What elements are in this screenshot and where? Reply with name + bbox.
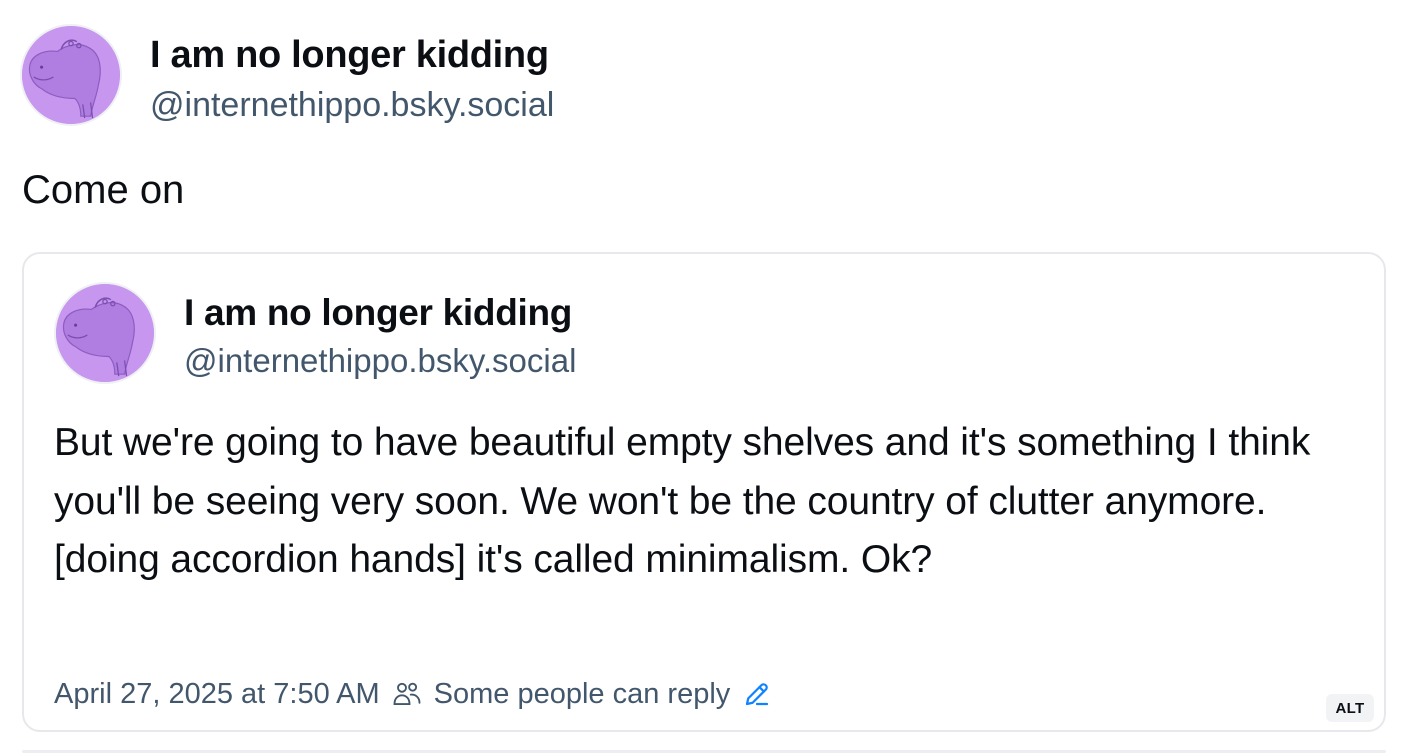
alt-text-badge[interactable]: ALT xyxy=(1326,694,1374,722)
quoted-post-meta: April 27, 2025 at 7:50 AM Some people ca… xyxy=(54,674,772,714)
quoted-post-card[interactable]: I am no longer kidding @internethippo.bs… xyxy=(22,252,1386,732)
divider xyxy=(22,750,1386,753)
post-timestamp[interactable]: April 27, 2025 at 7:50 AM xyxy=(54,678,380,711)
hippo-avatar-icon xyxy=(22,26,120,124)
post-text: Come on xyxy=(22,168,185,212)
quoted-author-handle[interactable]: @internethippo.bsky.social xyxy=(184,342,576,380)
author-display-name[interactable]: I am no longer kidding xyxy=(150,34,549,77)
author-handle[interactable]: @internethippo.bsky.social xyxy=(150,86,554,125)
hippo-avatar-icon xyxy=(56,284,154,382)
pencil-icon[interactable] xyxy=(742,679,772,709)
quoted-post-text: But we're going to have beautiful empty … xyxy=(54,421,1311,581)
author-avatar[interactable] xyxy=(20,24,122,126)
quoted-author-avatar[interactable] xyxy=(54,282,156,384)
quoted-author-display-name[interactable]: I am no longer kidding xyxy=(184,292,572,334)
people-icon xyxy=(392,679,422,709)
reply-setting-text[interactable]: Some people can reply xyxy=(434,678,731,711)
